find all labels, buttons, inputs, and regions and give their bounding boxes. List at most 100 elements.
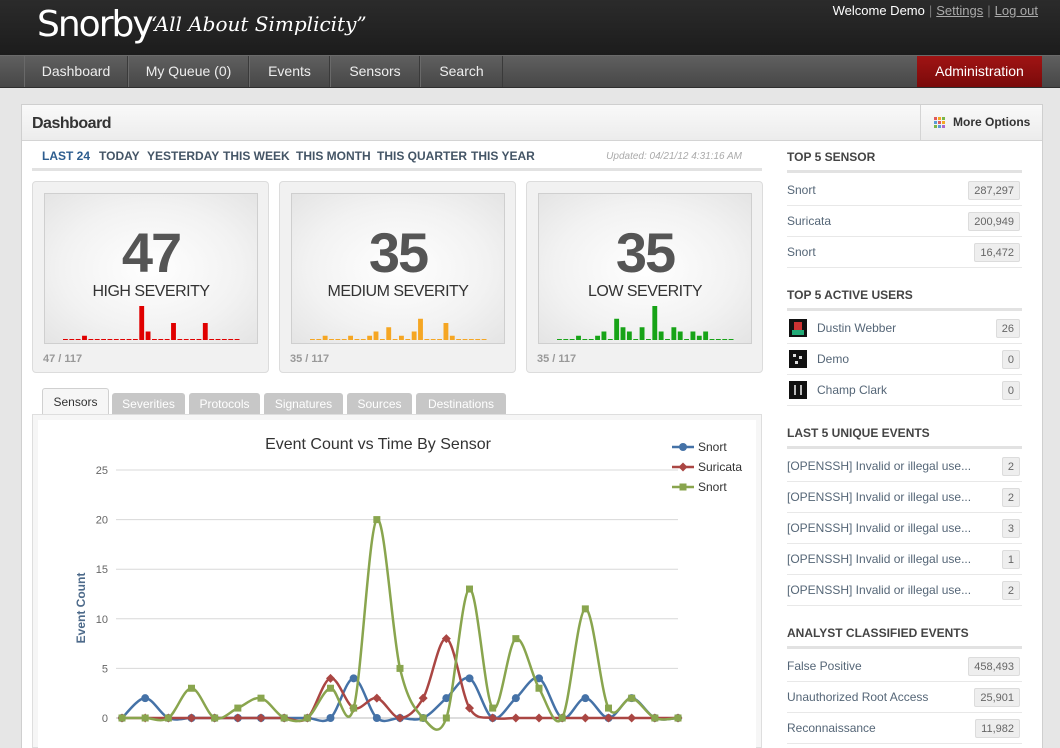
sensor-row[interactable]: Suricata 200,949 [787, 206, 1022, 237]
data-point[interactable] [303, 714, 311, 722]
high-severity-card[interactable]: 47 HIGH SEVERITY 47 / 117 [32, 181, 269, 373]
sensor-row[interactable]: Snort 16,472 [787, 237, 1022, 268]
data-point[interactable] [512, 635, 520, 643]
data-point[interactable] [534, 713, 544, 723]
nav-my-queue[interactable]: My Queue (0) [128, 56, 249, 87]
data-point[interactable] [373, 516, 381, 524]
data-point[interactable] [257, 694, 265, 702]
user-row[interactable]: Demo 0 [787, 344, 1022, 375]
sparkline-bar [582, 339, 588, 340]
legend-entry[interactable]: Snort [698, 440, 727, 454]
classification-row[interactable]: False Positive 458,493 [787, 651, 1022, 682]
sparkline-bar [120, 339, 126, 340]
event-row[interactable]: [OPENSSH] Invalid or illegal use... 2 [787, 451, 1022, 482]
event-row[interactable]: [OPENSSH] Invalid or illegal use... 1 [787, 544, 1022, 575]
data-point[interactable] [327, 684, 334, 692]
data-point[interactable] [605, 704, 612, 712]
data-point[interactable] [326, 714, 335, 722]
data-point[interactable] [466, 585, 473, 593]
data-point[interactable] [511, 694, 520, 703]
filter-yesterday[interactable]: YESTERDAY [147, 149, 219, 163]
sparkline-bar [563, 339, 569, 340]
data-point[interactable] [558, 714, 566, 722]
legend-marker[interactable] [679, 483, 687, 491]
nav-dashboard[interactable]: Dashboard [24, 56, 128, 87]
data-point[interactable] [141, 714, 149, 722]
filter-this-month[interactable]: THIS MONTH [296, 149, 371, 163]
medium-severity-card[interactable]: 35 MEDIUM SEVERITY 35 / 117 [279, 181, 516, 373]
sensor-row[interactable]: Snort 287,297 [787, 175, 1022, 206]
data-point[interactable] [350, 704, 358, 712]
data-point[interactable] [372, 714, 381, 722]
data-point[interactable] [489, 704, 497, 712]
settings-link[interactable]: Settings [936, 3, 983, 18]
data-point[interactable] [674, 714, 682, 722]
data-point[interactable] [118, 714, 126, 722]
data-point[interactable] [188, 684, 195, 692]
logout-link[interactable]: Log out [995, 3, 1038, 18]
sparkline-bar [633, 339, 639, 340]
data-point[interactable] [580, 713, 590, 723]
legend-entry[interactable]: Suricata [698, 460, 742, 474]
data-point[interactable] [256, 713, 266, 723]
nav-sensors[interactable]: Sensors [330, 56, 420, 87]
filter-today[interactable]: TODAY [99, 149, 140, 163]
data-point[interactable] [604, 713, 613, 723]
chart-area: Event Count vs Time By Sensor Event Coun… [38, 420, 756, 748]
sparkline-bar [411, 331, 417, 340]
sparkline-bar [449, 335, 455, 340]
data-point[interactable] [535, 684, 543, 692]
low-severity-card[interactable]: 35 LOW SEVERITY 35 / 117 [526, 181, 763, 373]
data-point[interactable] [395, 713, 405, 723]
user-row[interactable]: Dustin Webber 26 [787, 313, 1022, 344]
event-row[interactable]: [OPENSSH] Invalid or illegal use... 2 [787, 482, 1022, 513]
data-point[interactable] [280, 714, 288, 722]
data-point[interactable] [187, 713, 196, 723]
classification-count-badge: 458,493 [968, 657, 1020, 676]
data-point[interactable] [419, 714, 427, 722]
data-point[interactable] [349, 674, 358, 683]
legend-marker[interactable] [679, 443, 687, 451]
legend-marker[interactable] [678, 462, 688, 472]
filter-this-year[interactable]: THIS YEAR [471, 149, 535, 163]
data-point[interactable] [627, 713, 637, 723]
tab-sensors[interactable]: Sensors [42, 388, 109, 415]
data-point[interactable] [651, 714, 659, 722]
data-point[interactable] [442, 714, 450, 722]
data-point[interactable] [465, 674, 474, 683]
tab-severities[interactable]: Severities [112, 393, 185, 415]
more-options-button[interactable]: More Options [920, 105, 1042, 140]
tab-destinations[interactable]: Destinations [416, 393, 506, 415]
data-point[interactable] [233, 713, 243, 723]
user-row[interactable]: Champ Clark 0 [787, 375, 1022, 406]
data-point[interactable] [581, 694, 590, 703]
nav-administration[interactable]: Administration [917, 56, 1042, 87]
legend-entry[interactable]: Snort [698, 480, 727, 494]
data-point[interactable] [234, 704, 242, 712]
sparkline-bar [348, 335, 353, 340]
data-point[interactable] [628, 694, 636, 702]
sparkline-bar [132, 339, 138, 340]
data-point[interactable] [581, 605, 589, 613]
data-point[interactable] [211, 714, 219, 722]
tab-sources[interactable]: Sources [347, 393, 412, 415]
filter-this-week[interactable]: THIS WEEK [223, 149, 290, 163]
nav-events[interactable]: Events [249, 56, 330, 87]
filter-last-24[interactable]: LAST 24 [42, 149, 90, 163]
snorby-logo[interactable]: Snorby [37, 4, 154, 45]
event-row[interactable]: [OPENSSH] Invalid or illegal use... 3 [787, 513, 1022, 544]
filter-this-quarter[interactable]: THIS QUARTER [377, 149, 467, 163]
classification-row[interactable]: Unauthorized Root Access 25,901 [787, 682, 1022, 713]
data-point[interactable] [511, 713, 521, 723]
nav-search[interactable]: Search [420, 56, 503, 87]
data-point[interactable] [164, 714, 172, 722]
tab-signatures[interactable]: Signatures [264, 393, 343, 415]
sparkline-bar [360, 339, 366, 340]
classification-row[interactable]: Reconnaissance 11,982 [787, 713, 1022, 744]
data-point[interactable] [396, 664, 404, 672]
data-point[interactable] [141, 694, 150, 703]
tab-protocols[interactable]: Protocols [189, 393, 260, 415]
event-row[interactable]: [OPENSSH] Invalid or illegal use... 2 [787, 575, 1022, 606]
severity-count: 35 [615, 221, 676, 284]
sparkline-bar [715, 339, 721, 340]
